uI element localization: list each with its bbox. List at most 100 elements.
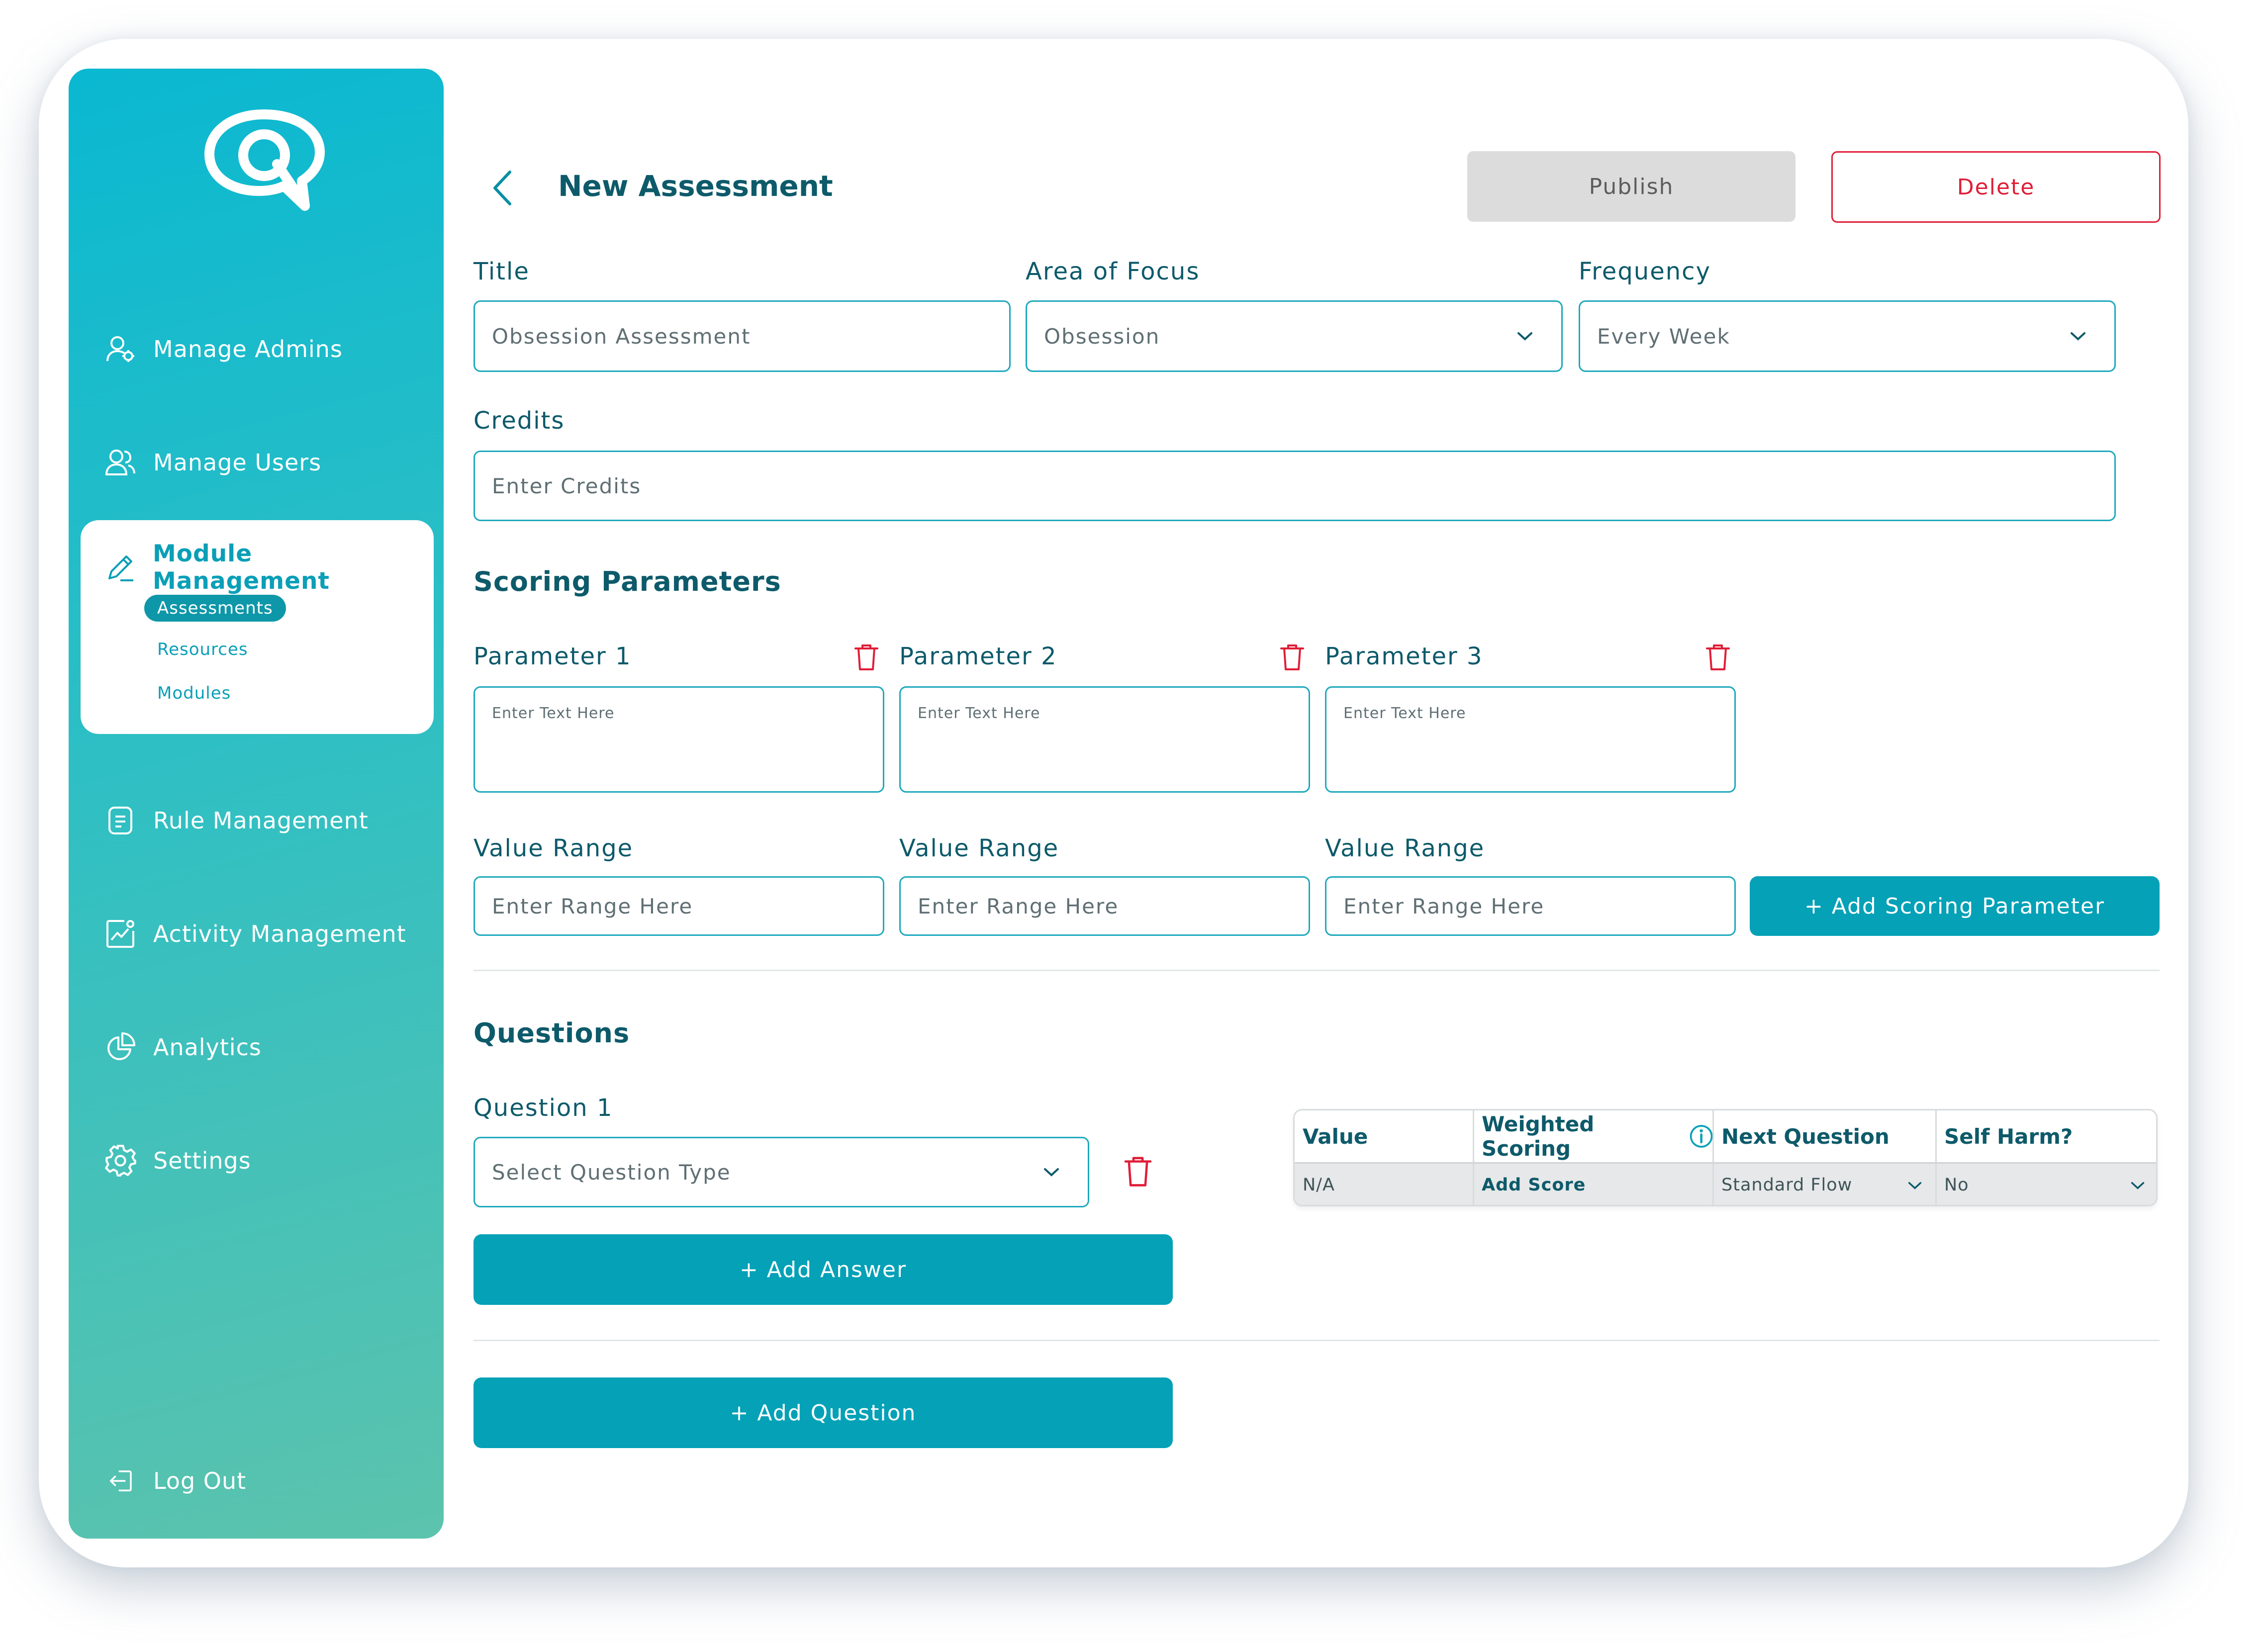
nav-module-management[interactable]: Module Management: [103, 540, 434, 595]
nav-label: Module Management: [153, 540, 330, 595]
chevron-down-icon: [1044, 1168, 1059, 1177]
answer-table-header: Value Weighted Scoring Next Question Sel…: [1295, 1110, 2156, 1164]
nav-label: Log Out: [153, 1467, 247, 1494]
logo-icon: [204, 109, 325, 211]
nav-manage-admins[interactable]: Manage Admins: [103, 332, 343, 366]
parameter-placeholder: Enter Text Here: [918, 705, 1040, 722]
nav-label: Activity Management: [153, 920, 406, 947]
nav-label: Settings: [153, 1147, 251, 1174]
module-management-panel: Module Management Assessments Resources …: [81, 520, 434, 734]
nav-label: Manage Admins: [153, 336, 343, 363]
subnav-resources[interactable]: Resources: [157, 640, 248, 659]
self-harm-select[interactable]: No: [1936, 1164, 2156, 1205]
area-of-focus-select[interactable]: Obsession: [1026, 300, 1563, 372]
parameter-placeholder: Enter Text Here: [492, 705, 615, 722]
value-range-input[interactable]: Enter Range Here: [473, 876, 884, 936]
area-of-focus-label: Area of Focus: [1026, 258, 1200, 285]
next-question-select[interactable]: Standard Flow: [1713, 1164, 1936, 1205]
credits-input[interactable]: Enter Credits: [473, 451, 2116, 521]
value-range-placeholder: Enter Range Here: [492, 894, 693, 918]
nav-manage-users[interactable]: Manage Users: [103, 446, 321, 479]
parameter-textarea[interactable]: Enter Text Here: [899, 686, 1310, 793]
nav-log-out[interactable]: Log Out: [103, 1464, 246, 1498]
parameter-label: Parameter 1: [473, 642, 632, 670]
divider: [473, 1340, 2160, 1341]
answer-value[interactable]: N/A: [1295, 1164, 1474, 1205]
frequency-value: Every Week: [1597, 324, 1730, 349]
column-divider: [1935, 1110, 1937, 1162]
header-weighted-scoring-label: Weighted Scoring: [1482, 1112, 1595, 1161]
page-title: New Assessment: [558, 169, 833, 203]
chevron-down-icon: [2071, 332, 2085, 341]
publish-button[interactable]: Publish: [1467, 151, 1796, 222]
header-self-harm: Self Harm?: [1944, 1124, 2073, 1149]
answer-table: Value Weighted Scoring Next Question Sel…: [1293, 1109, 2158, 1206]
rules-icon: [103, 804, 137, 837]
column-divider: [1935, 1164, 1937, 1205]
parameter-label: Parameter 3: [1325, 642, 1483, 670]
next-question-value: Standard Flow: [1721, 1175, 1853, 1195]
add-answer-button[interactable]: + Add Answer: [473, 1234, 1173, 1305]
value-range-placeholder: Enter Range Here: [1343, 894, 1545, 918]
title-label: Title: [473, 258, 530, 285]
title-input-value: Obsession Assessment: [492, 324, 751, 349]
value-range-placeholder: Enter Range Here: [918, 894, 1119, 918]
credits-placeholder: Enter Credits: [492, 473, 642, 498]
title-input[interactable]: Obsession Assessment: [473, 300, 1011, 372]
value-range-input[interactable]: Enter Range Here: [1325, 876, 1736, 936]
area-of-focus-value: Obsession: [1044, 324, 1160, 349]
chevron-left-icon[interactable]: [490, 168, 515, 208]
trash-icon[interactable]: [1705, 642, 1731, 671]
column-divider: [1473, 1110, 1474, 1162]
question-type-placeholder: Select Question Type: [492, 1160, 731, 1185]
column-divider: [1712, 1164, 1714, 1205]
delete-button[interactable]: Delete: [1831, 151, 2161, 223]
frequency-select[interactable]: Every Week: [1579, 300, 2116, 372]
add-score-link[interactable]: Add Score: [1474, 1164, 1713, 1205]
nav-analytics[interactable]: Analytics: [103, 1030, 262, 1064]
logout-icon: [103, 1464, 137, 1498]
trash-icon[interactable]: [853, 642, 879, 671]
questions-heading: Questions: [473, 1017, 630, 1049]
add-question-button[interactable]: + Add Question: [473, 1377, 1173, 1448]
nav-activity-management[interactable]: Activity Management: [103, 917, 406, 951]
admin-icon: [103, 332, 137, 366]
gear-icon: [103, 1144, 137, 1178]
value-range-label: Value Range: [899, 834, 1059, 862]
header-value: Value: [1303, 1124, 1368, 1149]
self-harm-value: No: [1944, 1175, 1969, 1195]
nav-settings[interactable]: Settings: [103, 1144, 251, 1178]
scoring-parameters-heading: Scoring Parameters: [473, 566, 781, 597]
subnav-modules[interactable]: Modules: [157, 683, 231, 703]
nav-label: Rule Management: [153, 807, 369, 834]
parameter-textarea[interactable]: Enter Text Here: [1325, 686, 1736, 793]
header-next-question: Next Question: [1721, 1124, 1890, 1149]
pencil-icon: [103, 550, 137, 584]
trash-icon[interactable]: [1123, 1155, 1153, 1188]
chevron-down-icon: [1908, 1182, 1922, 1190]
nav-label: Manage Users: [153, 449, 322, 476]
divider: [473, 970, 2160, 971]
nav-rule-management[interactable]: Rule Management: [103, 804, 369, 837]
value-range-input[interactable]: Enter Range Here: [899, 876, 1310, 936]
trash-icon[interactable]: [1279, 642, 1305, 671]
parameter-label: Parameter 2: [899, 642, 1057, 670]
info-icon[interactable]: [1689, 1123, 1713, 1150]
answer-row: N/A Add Score Standard Flow No: [1295, 1164, 2156, 1205]
question-label: Question 1: [473, 1094, 613, 1122]
sidebar: Manage Admins Manage Users Module Manage…: [69, 69, 444, 1539]
column-divider: [1712, 1110, 1714, 1162]
activity-icon: [103, 917, 137, 951]
add-scoring-parameter-button[interactable]: + Add Scoring Parameter: [1750, 876, 2160, 936]
frequency-label: Frequency: [1579, 258, 1711, 285]
header-weighted-scoring: Weighted Scoring: [1474, 1110, 1713, 1162]
question-type-select[interactable]: Select Question Type: [473, 1137, 1089, 1207]
subnav-assessments[interactable]: Assessments: [144, 595, 286, 622]
value-range-label: Value Range: [1325, 834, 1485, 862]
users-icon: [103, 446, 137, 479]
chevron-down-icon: [1517, 332, 1532, 341]
parameter-placeholder: Enter Text Here: [1343, 705, 1466, 722]
parameter-textarea[interactable]: Enter Text Here: [473, 686, 884, 793]
nav-label: Analytics: [153, 1034, 262, 1061]
chevron-down-icon: [2131, 1182, 2145, 1190]
